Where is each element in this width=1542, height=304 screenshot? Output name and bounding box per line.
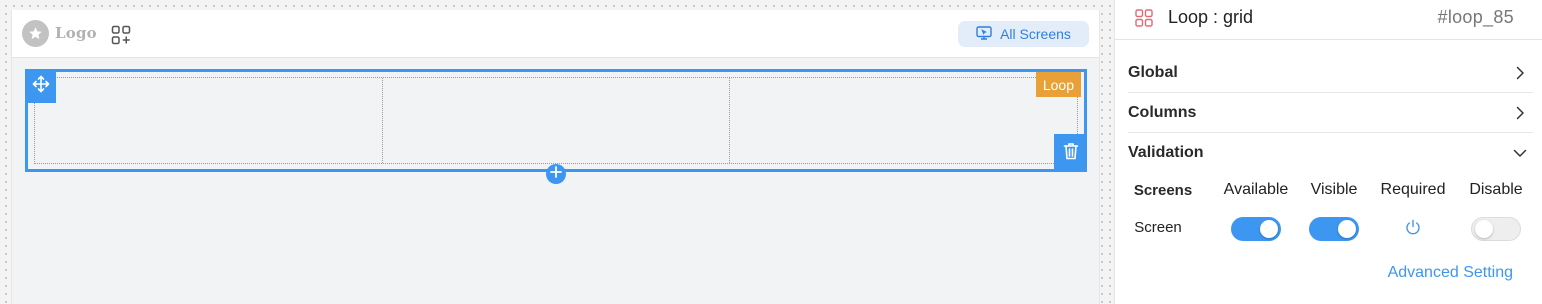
section-label: Validation	[1128, 144, 1204, 161]
column-header-disable: Disable	[1469, 181, 1523, 198]
available-toggle[interactable]	[1231, 217, 1281, 241]
disable-toggle[interactable]	[1471, 217, 1521, 241]
advanced-setting-link[interactable]: Advanced Setting	[1388, 264, 1513, 282]
chevron-right-icon	[1516, 66, 1524, 79]
add-below-button[interactable]	[546, 164, 566, 184]
loop-tag: Loop	[1035, 72, 1081, 97]
validation-row: Screen	[1115, 217, 1542, 241]
screen-name: Screen	[1134, 219, 1182, 236]
canvas-header: Logo All Screens	[12, 10, 1099, 58]
chevron-down-icon	[1513, 149, 1527, 157]
loop-column[interactable]	[730, 78, 1077, 163]
trash-icon	[1063, 142, 1079, 165]
add-widget-icon[interactable]	[111, 25, 131, 45]
section-label: Global	[1128, 63, 1178, 81]
plus-icon	[550, 165, 562, 183]
delete-button[interactable]	[1054, 134, 1087, 172]
move-icon	[32, 75, 50, 98]
logo: Logo	[22, 19, 97, 47]
required-button[interactable]	[1403, 219, 1423, 239]
star-icon	[22, 19, 49, 47]
section-global[interactable]: Global	[1128, 53, 1533, 93]
loop-column[interactable]	[35, 78, 383, 163]
column-header-screens: Screens	[1133, 182, 1193, 199]
chevron-right-icon	[1516, 106, 1524, 119]
loop-column[interactable]	[383, 78, 731, 163]
panel-header: Loop : grid #loop_85	[1115, 0, 1542, 40]
all-screens-label: All Screens	[1000, 26, 1071, 42]
screen-select-icon	[976, 25, 992, 43]
loop-grid[interactable]: Loop	[25, 69, 1087, 184]
power-icon	[1404, 218, 1422, 241]
move-handle[interactable]	[25, 69, 56, 103]
properties-panel: Loop : grid #loop_85 Global Columns Vali…	[1114, 0, 1542, 304]
logo-text: Logo	[55, 24, 97, 42]
validation-header-row: Screens Available Visible Required Disab…	[1115, 181, 1542, 205]
section-label: Columns	[1128, 103, 1197, 121]
column-header-required: Required	[1380, 181, 1446, 198]
loop-columns	[34, 77, 1078, 164]
element-id: #loop_85	[1437, 7, 1514, 27]
visible-toggle[interactable]	[1309, 217, 1359, 241]
section-columns[interactable]: Columns	[1128, 93, 1533, 133]
grid-icon	[1134, 8, 1154, 28]
all-screens-button[interactable]: All Screens	[958, 21, 1089, 47]
column-header-visible: Visible	[1310, 181, 1358, 198]
section-validation[interactable]: Validation	[1128, 133, 1533, 173]
panel-title: Loop : grid	[1168, 7, 1254, 27]
column-header-available: Available	[1223, 181, 1289, 198]
canvas: Logo All Screens Loop	[11, 10, 1100, 304]
